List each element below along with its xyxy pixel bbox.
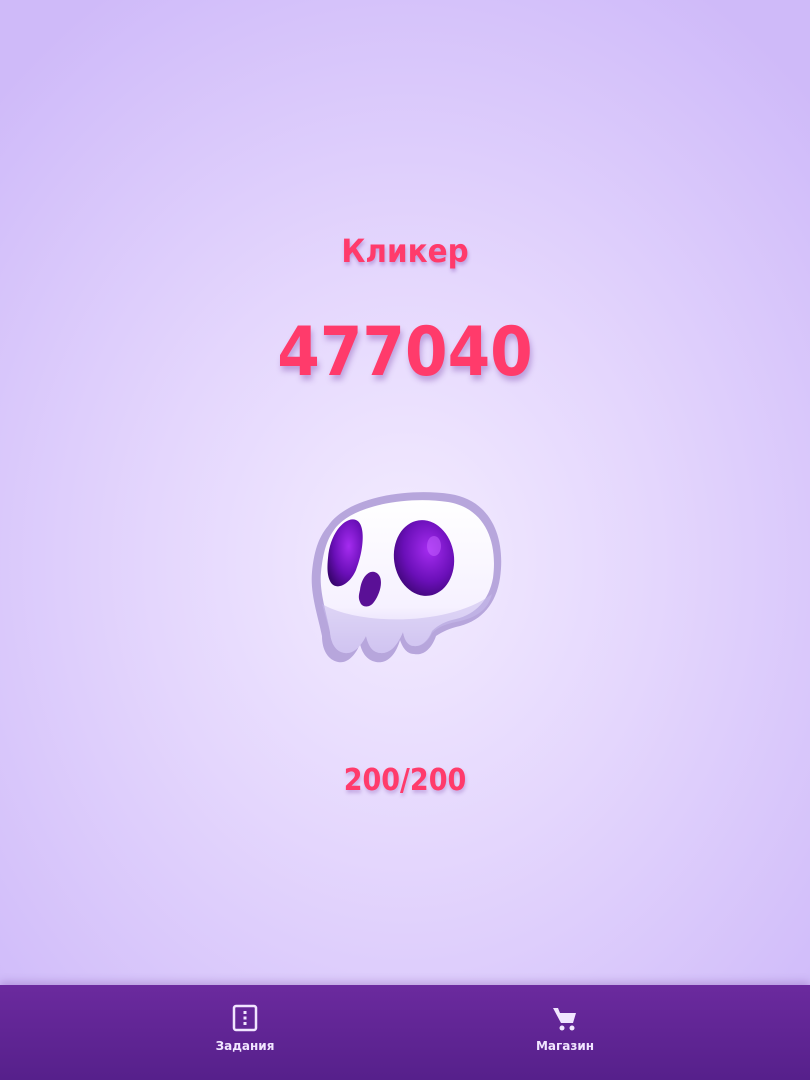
cart-icon <box>553 1008 576 1031</box>
score-counter: 477040 <box>277 313 533 392</box>
skull-click-button[interactable] <box>300 486 510 676</box>
skull-icon <box>311 492 502 663</box>
energy-counter: 200/200 <box>343 763 467 798</box>
nav-tasks-label: Задания <box>215 1039 275 1053</box>
bottom-navbar: Задания Магазин <box>0 985 810 1080</box>
nav-shop-label: Магазин <box>535 1039 595 1053</box>
tasks-icon <box>232 1004 258 1032</box>
nav-shop-button[interactable]: Магазин <box>505 1003 625 1053</box>
nav-tasks-button[interactable]: Задания <box>185 1003 305 1053</box>
game-title: Кликер <box>341 232 469 270</box>
